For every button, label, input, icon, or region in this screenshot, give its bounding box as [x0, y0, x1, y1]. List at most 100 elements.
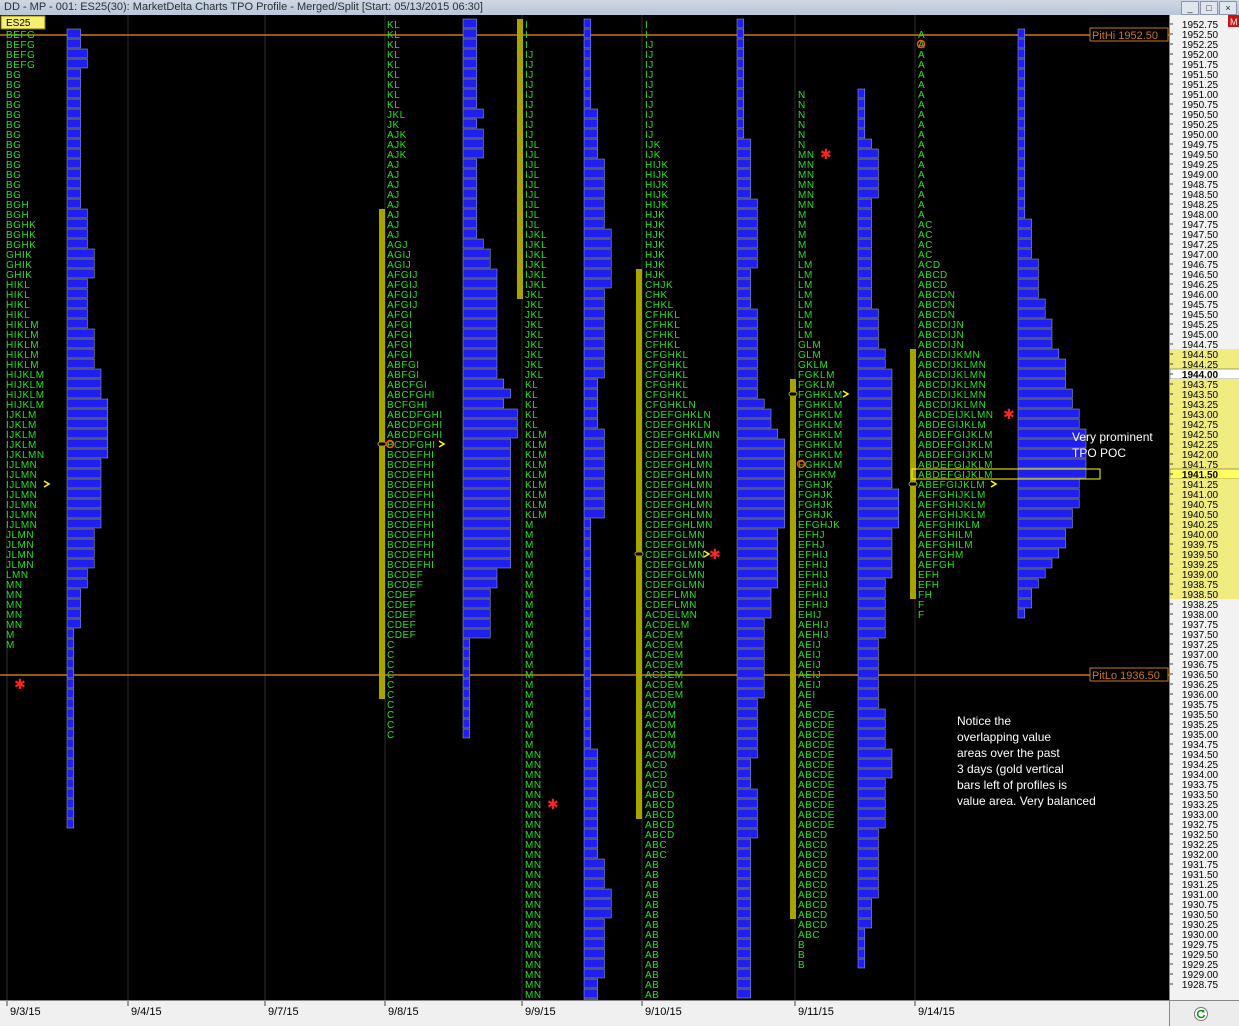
- histogram-bar: [66, 198, 81, 209]
- histogram-bar: [1017, 268, 1039, 279]
- histogram-bar: [66, 458, 102, 469]
- histogram-bar: [857, 778, 886, 789]
- date-axis[interactable]: 9/3/15 9/4/15 9/7/15 9/8/15 9/9/15 9/10/15 9/1…: [0, 1000, 1169, 1026]
- histogram-bar: [1017, 288, 1039, 299]
- histogram-bar: [462, 658, 471, 669]
- histogram-bar: [736, 758, 751, 769]
- histogram-bar: [462, 718, 471, 729]
- histogram-bar: [66, 218, 88, 229]
- histogram-bar: [462, 388, 511, 399]
- session-profile-9-11-15[interactable]: NNNNNNMNMNMNMNMNMNMMMMMLMLMLMLMLMLMLMLMG…: [788, 88, 900, 971]
- histogram-bar: [66, 28, 81, 39]
- histogram-bar: [583, 918, 605, 929]
- histogram-bar: [583, 978, 598, 989]
- date-label: 9/8/15: [388, 1006, 419, 1018]
- histogram-bar: [857, 678, 879, 689]
- histogram-bar: [583, 488, 605, 499]
- histogram-bar: [736, 218, 758, 229]
- histogram-bar: [857, 568, 893, 579]
- refresh-icon[interactable]: [1194, 1007, 1208, 1021]
- histogram-bar: [857, 538, 893, 549]
- histogram-bar: [1017, 208, 1026, 219]
- histogram-bar: [857, 398, 893, 409]
- histogram-bar: [736, 428, 779, 439]
- poc-marker: [43, 480, 51, 488]
- histogram-bar: [736, 368, 758, 379]
- histogram-bar: [66, 358, 95, 369]
- histogram-bar: [583, 418, 598, 429]
- session-profile-9-10-15[interactable]: IIIJIJIJIJIJIJIJIJIJIJIJKIJKHIJKHIJKHIJK…: [634, 18, 785, 1000]
- histogram-bar: [1017, 338, 1053, 349]
- symbol-badge-label: ES25: [6, 18, 31, 29]
- session-profile-9-8-15[interactable]: KLKLKLKLKLKLKLKLKLJKLJKAJKAJKAJKAJAJAJAJ…: [377, 18, 518, 741]
- histogram-bar: [1017, 218, 1032, 229]
- histogram-bar: [1017, 598, 1032, 609]
- histogram-bar: [857, 858, 879, 869]
- session-profile-9-14-15[interactable]: AAAAAAAAAAAAAAAAAAAACACACACACDABCDABCDAB…: [908, 28, 1087, 621]
- histogram-bar: [583, 498, 605, 509]
- histogram-bar: [462, 28, 477, 39]
- histogram-bar: [736, 658, 765, 669]
- histogram-bar: [462, 328, 498, 339]
- histogram-bar: [1017, 538, 1066, 549]
- maximize-button[interactable]: □: [1200, 1, 1218, 15]
- histogram-bar: [1017, 488, 1080, 499]
- tpo-row: MN: [525, 990, 542, 1000]
- histogram-bar: [462, 528, 511, 539]
- histogram-bar: [583, 248, 612, 259]
- histogram-bar: [66, 98, 81, 109]
- histogram-bar: [736, 48, 745, 59]
- histogram-bar: [857, 788, 886, 799]
- histogram-bar: [462, 58, 477, 69]
- histogram-bar: [1017, 418, 1080, 429]
- poc-tick: [908, 481, 918, 487]
- histogram-bar: [583, 378, 598, 389]
- histogram-bar: [857, 828, 879, 839]
- histogram-bar: [583, 348, 605, 359]
- histogram-bar: [1017, 298, 1046, 309]
- histogram-bar: [583, 398, 598, 409]
- histogram-bar: [857, 708, 886, 719]
- histogram-bar: [1017, 138, 1026, 149]
- title-bar: DD - MP - 001: ES25(30): MarketDelta Cha…: [0, 0, 1239, 16]
- histogram-bar: [462, 398, 505, 409]
- histogram-bar: [462, 688, 471, 699]
- histogram-bar: [736, 388, 758, 399]
- histogram-bar: [857, 928, 866, 939]
- histogram-bar: [1017, 508, 1073, 519]
- histogram-bar: [857, 288, 872, 299]
- histogram-bar: [1017, 248, 1032, 259]
- session-profile-9-9-15[interactable]: IIIIJIJIJIJIJIJIJIJIJIJLIJLIJLIJLIJLIJLI…: [517, 18, 612, 1000]
- histogram-bar: [462, 158, 477, 169]
- window-controls: _ □ ×: [1181, 1, 1237, 15]
- histogram-bar: [857, 238, 872, 249]
- histogram-bar: [736, 318, 758, 329]
- histogram-bar: [462, 668, 471, 679]
- minimize-button[interactable]: _: [1181, 1, 1199, 15]
- histogram-bar: [736, 438, 785, 449]
- price-axis[interactable]: 1952.75 1952.50 1952.25 1952.00 1951.75 1951.…: [1169, 15, 1239, 1000]
- tpo-chart-area[interactable]: PitHi 1952.50 PitLo 1936.50 ES25 BEFG BEFG BE…: [0, 15, 1169, 1000]
- histogram-bar: [583, 698, 592, 709]
- histogram-bar: [66, 708, 75, 719]
- histogram-bar: [736, 508, 785, 519]
- histogram-bar: [462, 538, 511, 549]
- histogram-bar: [857, 338, 879, 349]
- histogram-bar: [736, 788, 758, 799]
- histogram-bar: [66, 758, 75, 769]
- session-profile-9-3-15[interactable]: BEFGBEFGBEFGBEFGBGBGBGBGBGBGBGBGBGBGBGBG…: [6, 28, 109, 829]
- close-button[interactable]: ×: [1219, 1, 1237, 15]
- histogram-bar: [736, 308, 758, 319]
- histogram-bar: [66, 628, 75, 639]
- histogram-bar: [583, 18, 592, 29]
- histogram-bar: [462, 508, 511, 519]
- histogram-bar: [583, 588, 592, 599]
- histogram-bar: [583, 648, 592, 659]
- histogram-bar: [462, 308, 498, 319]
- histogram-bar: [66, 518, 102, 529]
- histogram-bar: [462, 178, 477, 189]
- histogram-bar: [736, 928, 751, 939]
- histogram-bar: [857, 168, 879, 179]
- histogram-bar: [583, 258, 612, 269]
- histogram-bar: [736, 988, 751, 999]
